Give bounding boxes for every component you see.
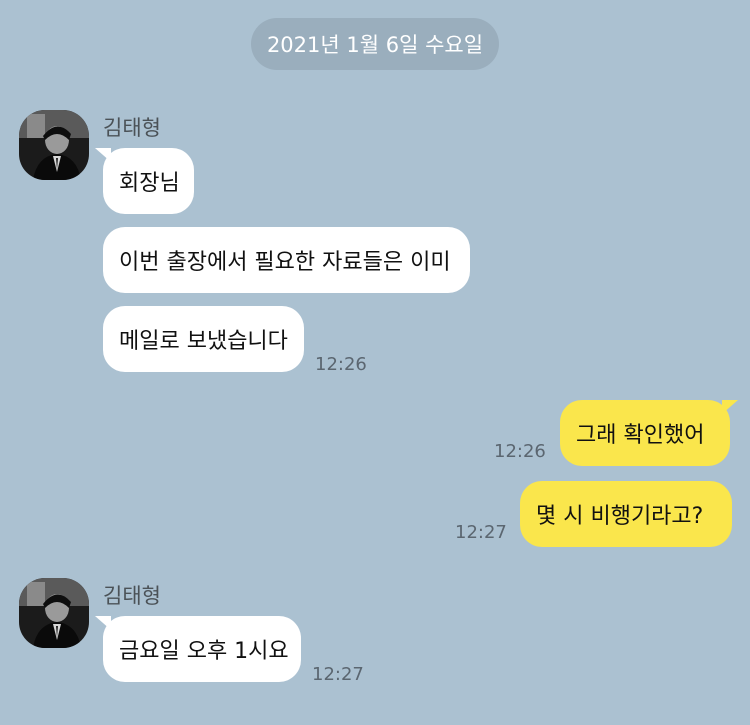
message-bubble[interactable]: 메일로 보냈습니다 <box>103 306 304 372</box>
message-text: 그래 확인했어 <box>576 423 705 448</box>
message-bubble[interactable]: 금요일 오후 1시요 <box>103 616 301 682</box>
sender-avatar[interactable] <box>19 578 89 648</box>
sender-name: 김태형 <box>103 584 161 608</box>
sender-name: 김태형 <box>103 116 161 140</box>
message-text: 몇 시 비행기라고? <box>536 504 704 529</box>
message-text: 이번 출장에서 필요한 자료들은 이미 <box>119 250 451 275</box>
message-time: 12:26 <box>494 441 546 462</box>
message-text: 금요일 오후 1시요 <box>119 639 289 664</box>
message-time: 12:27 <box>455 522 507 543</box>
message-text: 회장님 <box>119 171 180 196</box>
date-divider: 2021년 1월 6일 수요일 <box>251 18 499 70</box>
sender-avatar[interactable] <box>19 110 89 180</box>
message-bubble[interactable]: 그래 확인했어 <box>560 400 730 466</box>
message-time: 12:26 <box>315 354 367 375</box>
message-bubble[interactable]: 회장님 <box>103 148 194 214</box>
message-text: 메일로 보냈습니다 <box>119 329 288 354</box>
message-bubble[interactable]: 이번 출장에서 필요한 자료들은 이미 <box>103 227 470 293</box>
date-divider-label: 2021년 1월 6일 수요일 <box>266 33 484 57</box>
message-bubble[interactable]: 몇 시 비행기라고? <box>520 481 732 547</box>
profile-photo-icon <box>19 578 89 648</box>
profile-photo-icon <box>19 110 89 180</box>
message-time: 12:27 <box>312 664 364 685</box>
